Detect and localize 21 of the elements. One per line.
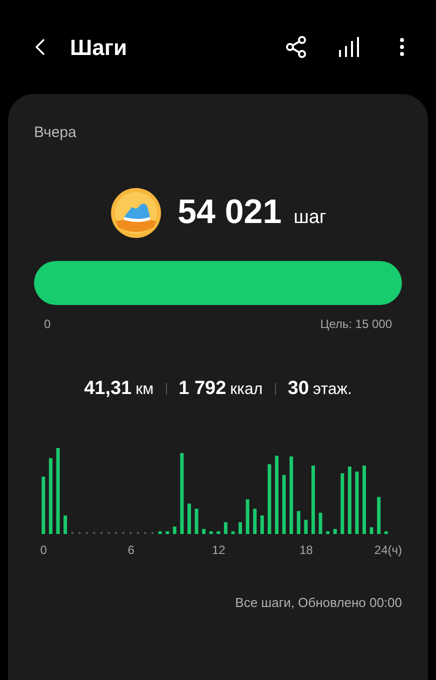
axis-label: 24(ч)	[374, 542, 402, 559]
stat-value: 41,31	[84, 376, 132, 400]
day-label: Вчера	[34, 123, 78, 143]
stat-unit: ккал	[230, 380, 263, 400]
step-unit: шаг	[294, 206, 326, 230]
page-title: Шаги	[70, 34, 128, 62]
stat-value: 1 792	[178, 376, 226, 400]
axis-label: 18	[299, 542, 313, 559]
goal-label: Цель: 15 000	[320, 316, 392, 332]
axis-label: 12	[212, 542, 226, 559]
progress-min-label: 0	[44, 316, 51, 332]
shoe-badge-icon	[110, 186, 162, 238]
share-icon[interactable]	[284, 35, 308, 59]
stat-unit: этаж.	[312, 380, 352, 400]
update-note: Все шаги, Обновлено 00:00	[235, 594, 402, 612]
stat-value: 30	[288, 376, 309, 400]
step-count: 54 021	[178, 192, 282, 233]
stat-unit: км	[136, 380, 154, 400]
axis-label: 0	[40, 542, 47, 559]
axis-label: 6	[128, 542, 134, 559]
bar-chart-icon[interactable]	[338, 37, 360, 57]
